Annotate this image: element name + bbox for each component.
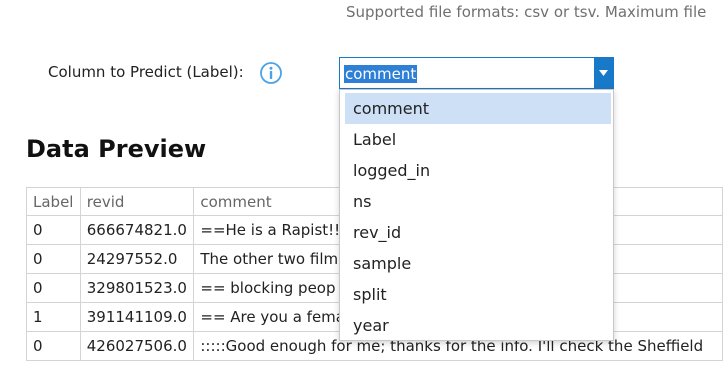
table-cell: 0 <box>26 244 81 274</box>
table-cell: 0 <box>26 331 81 361</box>
table-cell: 1 <box>26 302 81 332</box>
selected-value: comment <box>344 65 418 83</box>
table-cell: 0 <box>26 215 81 245</box>
info-circle-icon[interactable] <box>259 61 283 85</box>
table-cell: 666674821.0 <box>79 215 195 245</box>
column-dropdown-list[interactable]: comment Label logged_in ns rev_id sample… <box>339 89 614 341</box>
column-select[interactable]: comment <box>339 57 614 89</box>
table-cell: 329801523.0 <box>79 273 195 303</box>
column-header-label: Label <box>26 187 81 216</box>
dropdown-option-year[interactable]: year <box>345 310 611 341</box>
table-cell: 24297552.0 <box>79 244 195 274</box>
dropdown-option-ns[interactable]: ns <box>345 186 611 217</box>
dropdown-option-comment[interactable]: comment <box>345 93 611 124</box>
table-cell: 426027506.0 <box>79 331 195 361</box>
supported-formats-text: Supported file formats: csv or tsv. Maxi… <box>346 3 707 21</box>
data-preview-title: Data Preview <box>26 135 207 163</box>
dropdown-option-rev-id[interactable]: rev_id <box>345 217 611 248</box>
column-header-revid: revid <box>79 187 195 216</box>
dropdown-option-label[interactable]: Label <box>345 124 611 155</box>
table-cell: 391141109.0 <box>79 302 195 332</box>
table-cell: 0 <box>26 273 81 303</box>
chevron-down-icon[interactable] <box>594 58 613 88</box>
dropdown-option-split[interactable]: split <box>345 279 611 310</box>
dropdown-option-sample[interactable]: sample <box>345 248 611 279</box>
column-to-predict-label: Column to Predict (Label): <box>48 63 244 81</box>
dropdown-option-logged-in[interactable]: logged_in <box>345 155 611 186</box>
